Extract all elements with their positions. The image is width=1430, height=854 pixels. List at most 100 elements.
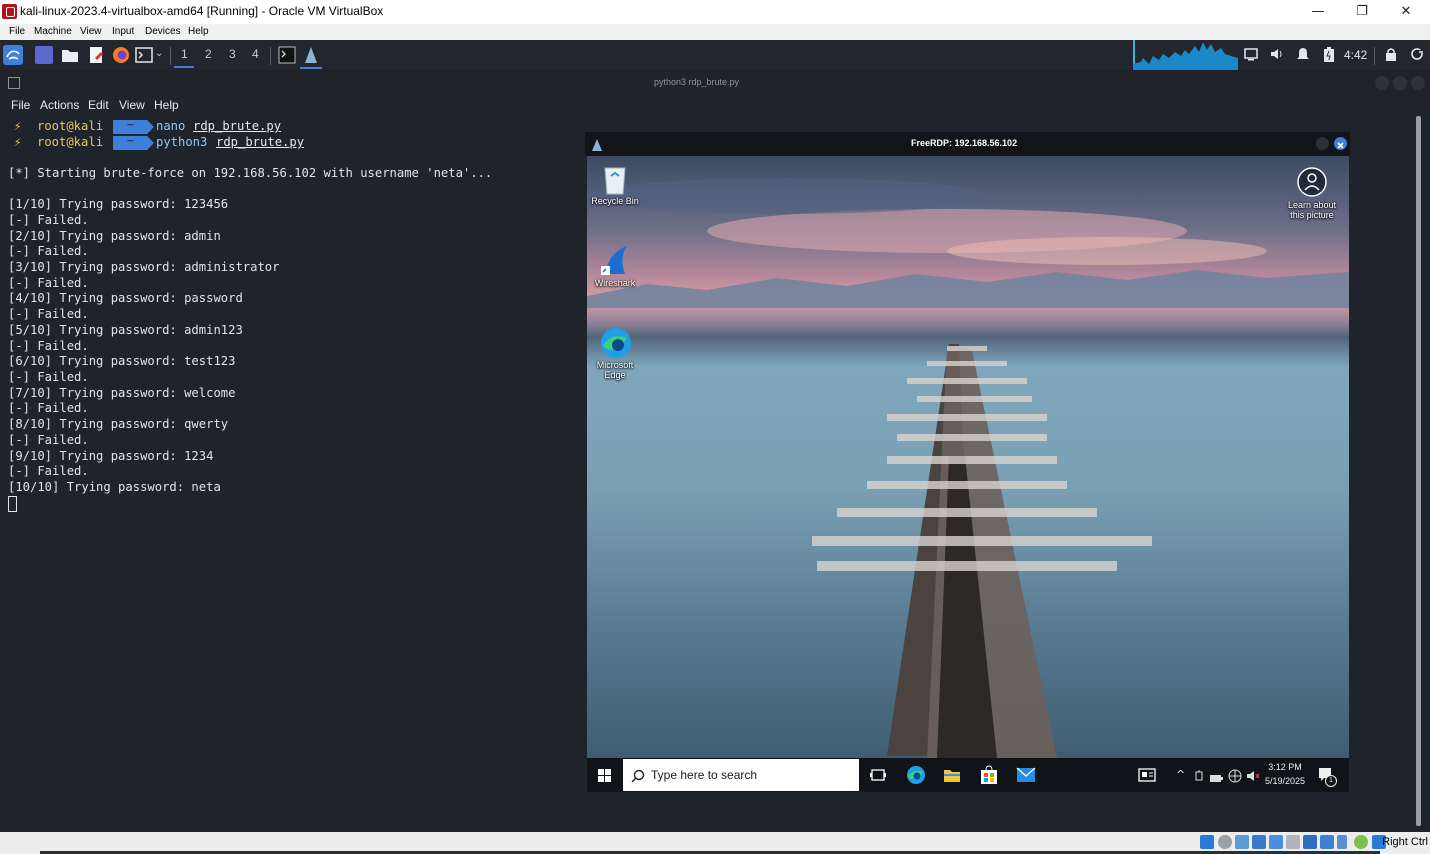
task-view-icon[interactable] (870, 767, 886, 787)
terminal-output-line: [-] Failed. (8, 370, 89, 384)
file-manager-icon[interactable] (61, 46, 79, 64)
network-taskbar-icon[interactable] (1228, 768, 1242, 787)
lock-icon[interactable] (1385, 47, 1397, 64)
menu-input[interactable]: Input (112, 26, 134, 37)
terminal-output-line: [1/10] Trying password: 123456 (8, 197, 229, 211)
optical-drive-status-icon[interactable] (1218, 835, 1232, 849)
file-explorer-taskbar-icon[interactable] (943, 766, 961, 788)
terminal-taskbar-icon[interactable] (278, 46, 296, 64)
shared-folders-status-icon[interactable] (1286, 835, 1300, 849)
terminal-output-line: [9/10] Trying password: 1234 (8, 449, 214, 463)
wireshark-desktop-icon[interactable]: Wireshark (587, 244, 643, 288)
network-status-icon[interactable] (1252, 835, 1266, 849)
terminal-cursor (8, 496, 17, 512)
launcher-dropdown-icon[interactable]: ⌄ (155, 48, 163, 59)
display-icon[interactable] (1244, 47, 1258, 64)
terminal-output-line: [6/10] Trying password: test123 (8, 354, 236, 368)
cpu-graph-icon (1133, 40, 1238, 70)
terminal-window-menu-icon[interactable] (8, 77, 20, 89)
terminal-menu-file[interactable]: File (11, 98, 30, 112)
taskbar-search-box[interactable]: Type here to search (623, 759, 859, 791)
terminal-output-line: [10/10] Trying password: neta (8, 480, 221, 494)
menu-devices[interactable]: Devices (145, 26, 181, 37)
menu-machine[interactable]: Machine (34, 26, 72, 37)
panel-clock[interactable]: 4:42 (1344, 48, 1367, 62)
battery-icon[interactable] (1322, 47, 1336, 66)
workspace-1[interactable]: 1 (181, 47, 188, 61)
wireshark-icon (599, 244, 631, 276)
mail-taskbar-icon[interactable] (1016, 767, 1036, 787)
display-status-icon[interactable] (1303, 835, 1317, 849)
minimize-button[interactable]: — (1296, 0, 1340, 24)
terminal-window-title: python3 rdp_brute.py (654, 77, 740, 87)
edge-desktop-icon[interactable]: Microsoft Edge (587, 326, 643, 380)
terminal-maximize-button[interactable] (1393, 76, 1407, 90)
battery-taskbar-icon[interactable] (1209, 769, 1223, 788)
learn-label-line2: this picture (1290, 210, 1334, 220)
mouse-integration-status-icon[interactable] (1354, 835, 1368, 849)
freerdp-title-bar: FreeRDP: 192.168.56.102 (585, 132, 1350, 156)
recycle-bin-desktop-icon[interactable]: Recycle Bin (587, 162, 643, 206)
recycle-bin-icon (599, 162, 631, 195)
window-title: kali-linux-2023.4-virtualbox-amd64 [Runn… (20, 4, 384, 18)
notification-bell-icon[interactable] (1296, 47, 1310, 64)
show-hidden-icons-icon[interactable]: ^ (1176, 768, 1185, 781)
cpu-status-icon[interactable] (1337, 835, 1347, 849)
kali-menu-icon[interactable] (3, 45, 23, 65)
workspace-3[interactable]: 3 (229, 47, 236, 61)
store-taskbar-icon[interactable] (980, 765, 998, 789)
terminal-output-line: [-] Failed. (8, 401, 89, 415)
terminal-scrollbar[interactable] (1416, 116, 1421, 826)
terminal-menu-view[interactable]: View (119, 98, 145, 112)
terminal-menu-actions[interactable]: Actions (40, 98, 79, 112)
prompt-directory: ~ (127, 134, 134, 147)
terminal-minimize-button[interactable] (1375, 76, 1389, 90)
taskbar-date[interactable]: 5/19/2025 (1262, 776, 1308, 786)
camera-info-icon (1296, 166, 1328, 198)
terminal-output-line: [8/10] Trying password: qwerty (8, 417, 229, 431)
workspace-4[interactable]: 4 (252, 47, 259, 61)
windows-start-icon[interactable] (598, 768, 612, 787)
usb-status-icon[interactable] (1269, 835, 1283, 849)
menu-view[interactable]: View (80, 26, 102, 37)
learn-about-picture-icon[interactable]: Learn about this picture (1283, 166, 1341, 220)
terminal-output-line: [7/10] Trying password: welcome (8, 386, 236, 400)
edge-taskbar-icon[interactable] (906, 765, 926, 789)
menu-help[interactable]: Help (188, 26, 209, 37)
workspace-2[interactable]: 2 (205, 47, 212, 61)
edge-label-line1: Microsoft (596, 360, 634, 370)
prompt-bolt-icon: ⚡ (14, 135, 22, 149)
terminal-menu-edit[interactable]: Edit (88, 98, 109, 112)
virtualbox-logo-icon (2, 4, 17, 19)
firefox-icon[interactable] (112, 46, 130, 64)
terminal-close-button[interactable] (1411, 76, 1425, 90)
edge-label-line2: Edge (604, 370, 626, 380)
taskbar-time[interactable]: 3:12 PM (1265, 762, 1305, 772)
audio-status-icon[interactable] (1235, 835, 1249, 849)
menu-file[interactable]: File (9, 26, 25, 37)
freerdp-minimize-button[interactable] (1316, 137, 1329, 150)
restore-button[interactable]: ❐ (1340, 0, 1384, 24)
freerdp-taskbar-icon[interactable] (302, 46, 320, 64)
volume-icon[interactable] (1270, 47, 1284, 64)
terminal-menu-help[interactable]: Help (154, 98, 179, 112)
prompt-user: root@kali (37, 135, 104, 149)
command-name: python3 (156, 135, 208, 149)
command-argument: rdp_brute.py (216, 135, 305, 149)
terminal-launcher-icon[interactable] (135, 46, 153, 64)
remote-desktop-background[interactable]: Recycle Bin Wireshark Microsoft Edge Lea… (587, 156, 1349, 758)
recording-status-icon[interactable] (1320, 835, 1334, 849)
news-widget-icon[interactable] (1138, 767, 1156, 786)
freerdp-close-button[interactable] (1334, 137, 1347, 150)
text-editor-icon[interactable] (87, 46, 105, 64)
hard-disk-status-icon[interactable] (1200, 835, 1214, 849)
logout-icon[interactable] (1410, 47, 1424, 64)
close-button[interactable]: ✕ (1384, 0, 1428, 24)
prompt-directory: ~ (127, 118, 134, 131)
volume-muted-taskbar-icon[interactable] (1246, 768, 1260, 787)
terminal-output-line: [-] Failed. (8, 339, 89, 353)
notification-count-badge: 1 (1325, 775, 1337, 787)
panel-separator (270, 47, 271, 65)
meet-now-icon[interactable] (1193, 768, 1205, 787)
show-desktop-icon[interactable] (35, 46, 53, 64)
